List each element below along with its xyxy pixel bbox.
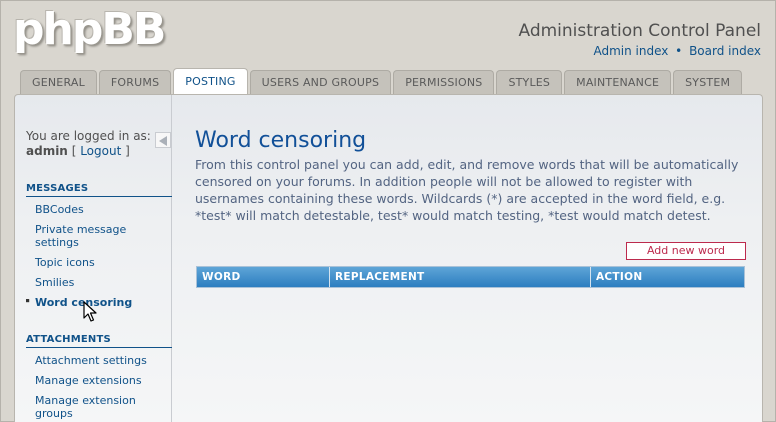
main-tabs: GENERAL FORUMS POSTING USERS AND GROUPS … [20, 68, 744, 94]
tab-maintenance[interactable]: MAINTENANCE [564, 70, 672, 94]
page-description: From this control panel you can add, edi… [195, 157, 739, 223]
content-panel: You are logged in as: admin [ Logout ] M… [14, 94, 763, 422]
tab-general[interactable]: GENERAL [20, 70, 97, 94]
sidebar-item-manage-extension-groups[interactable]: Manage extension groups [35, 394, 160, 420]
username: admin [26, 144, 68, 158]
sidebar-item-attachment-settings[interactable]: Attachment settings [35, 354, 160, 367]
active-bullet-icon [26, 299, 30, 303]
column-header-action: ACTION [596, 271, 643, 283]
tab-system[interactable]: SYSTEM [673, 70, 743, 94]
sidebar-item-word-censoring[interactable]: Word censoring [35, 296, 160, 309]
link-separator: • [675, 44, 683, 58]
tab-posting[interactable]: POSTING [173, 68, 248, 94]
bracket-open: [ [71, 144, 77, 158]
mouse-cursor-icon [83, 301, 97, 322]
sidebar-item-manage-extensions[interactable]: Manage extensions [35, 374, 160, 387]
menu-heading-attachments: ATTACHMENTS [26, 334, 172, 348]
admin-index-link[interactable]: Admin index [593, 44, 668, 58]
phpbb-logo[interactable]: phpBB [13, 5, 166, 55]
sidebar-item-private-message-settings[interactable]: Private message settings [35, 223, 160, 249]
logout-link[interactable]: Logout [80, 144, 121, 158]
column-header-word: WORD [197, 267, 330, 287]
menu-heading-messages: MESSAGES [26, 183, 172, 197]
bracket-close: ] [125, 144, 130, 158]
sidebar-item-topic-icons[interactable]: Topic icons [35, 256, 160, 269]
tab-permissions[interactable]: PERMISSIONS [393, 70, 495, 94]
column-header-replacement: REPLACEMENT [330, 267, 591, 287]
tab-styles[interactable]: STYLES [496, 70, 563, 94]
collapse-menu-button[interactable] [155, 132, 171, 148]
page-title: Word censoring [195, 128, 367, 153]
sidebar-item-smilies[interactable]: Smilies [35, 276, 160, 289]
sidebar-item-bbcodes[interactable]: BBCodes [35, 203, 160, 216]
acp-window: phpBB Administration Control Panel Admin… [0, 0, 776, 422]
sidebar-menu: You are logged in as: admin [ Logout ] M… [15, 95, 172, 422]
board-index-link[interactable]: Board index [689, 44, 761, 58]
collapse-arrow-icon [159, 136, 167, 146]
logged-in-label: You are logged in as: [26, 129, 151, 143]
logged-in-info: You are logged in as: admin [ Logout ] [26, 129, 151, 159]
acp-title: Administration Control Panel [518, 21, 761, 41]
censor-words-table: WORD REPLACEMENT ACTION [196, 266, 745, 288]
tab-users-and-groups[interactable]: USERS AND GROUPS [249, 70, 392, 94]
top-links: Admin index • Board index [593, 44, 761, 58]
add-new-word-button[interactable]: Add new word [626, 242, 746, 260]
tab-forums[interactable]: FORUMS [98, 70, 172, 94]
